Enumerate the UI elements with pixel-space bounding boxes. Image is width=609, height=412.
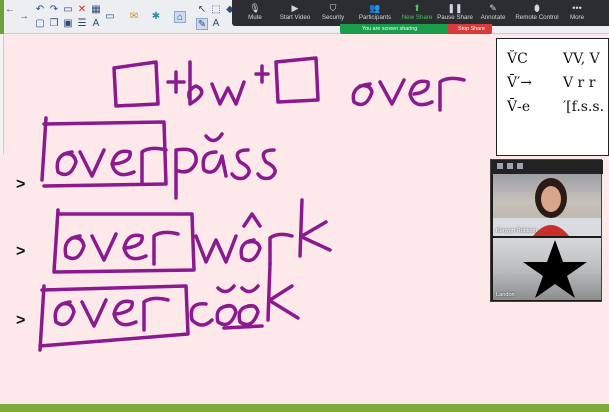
minimize-icon[interactable] bbox=[497, 163, 503, 169]
bullet-marker-1: > bbox=[16, 176, 26, 193]
video-tile-kenyon[interactable]: Kenyon Robison bbox=[493, 174, 601, 236]
bullet-marker-3: > bbox=[16, 312, 26, 329]
ref-row-3-right: ′[f.s.s. bbox=[563, 99, 605, 115]
view-toggle-icon[interactable] bbox=[507, 163, 513, 169]
participant-video bbox=[493, 178, 601, 236]
word-overwork-ink bbox=[52, 198, 332, 274]
ref-row-2-left: V̄′→ bbox=[507, 75, 533, 91]
video-gallery: Kenyon Robison Landon bbox=[490, 159, 603, 302]
participant-name: Kenyon Robison bbox=[496, 228, 538, 234]
gallery-view-icon[interactable] bbox=[517, 163, 523, 169]
star-icon bbox=[523, 240, 587, 298]
ref-row-3-left: V̄-e bbox=[507, 99, 531, 115]
ref-row-1-right: VV, V bbox=[563, 51, 600, 67]
ref-row-2-right: V r r bbox=[563, 75, 596, 91]
ref-row-1-left: V̆C bbox=[507, 51, 528, 67]
video-tile-landon[interactable]: Landon bbox=[493, 238, 601, 300]
participant-name: Landon bbox=[496, 292, 515, 298]
word-overpass-ink bbox=[40, 116, 277, 200]
syllable-reference-card: V̆C VV, V V̄′→ V r r V̄-e ′[f.s.s. bbox=[496, 38, 609, 156]
bullet-marker-2: > bbox=[16, 243, 26, 260]
gallery-header bbox=[491, 160, 603, 174]
bottom-border bbox=[0, 404, 609, 412]
formula-ink bbox=[112, 56, 466, 112]
word-overcook-ink bbox=[38, 262, 300, 352]
